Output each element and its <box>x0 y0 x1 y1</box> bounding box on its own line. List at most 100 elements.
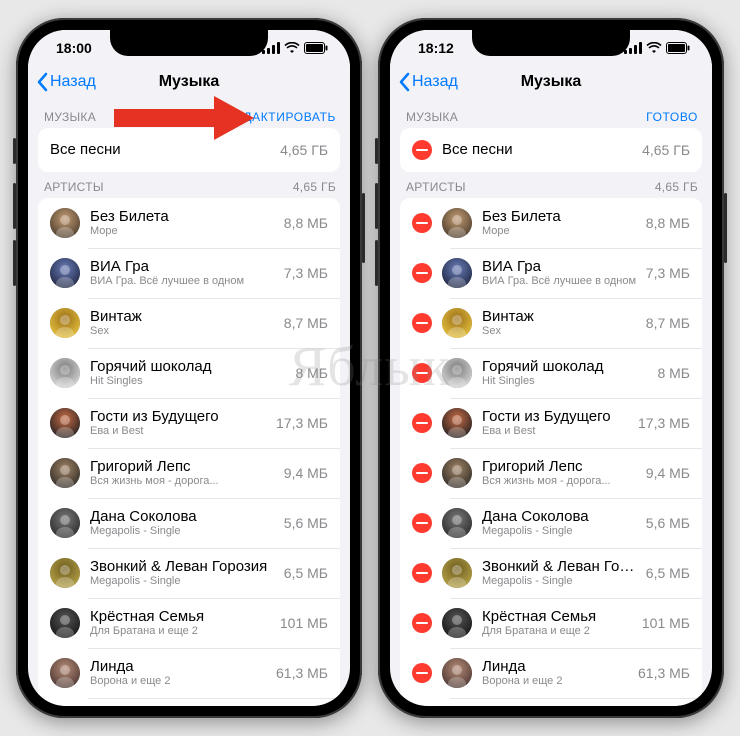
edit-button[interactable]: РЕДАКТИРОВАТЬ <box>226 110 336 124</box>
artist-row[interactable]: ВИА Гра ВИА Гра. Всё лучшее в одном 7,3 … <box>38 248 340 298</box>
section-size: 4,65 ГБ <box>293 180 336 194</box>
nav-header: Назад Музыка <box>28 66 350 102</box>
artist-avatar <box>442 308 472 338</box>
artist-name: Горячий шоколад <box>90 358 287 375</box>
artist-avatar <box>50 358 80 388</box>
artist-row[interactable]: Григорий Лепс Вся жизнь моя - дорога... … <box>400 448 702 498</box>
artist-row[interactable]: Лудакрис Альбомов: 1 8,8 МБ <box>38 698 340 706</box>
delete-icon[interactable] <box>412 463 432 483</box>
artist-size: 5,6 МБ <box>646 515 690 531</box>
all-songs-size: 4,65 ГБ <box>280 142 328 158</box>
artist-sub: Вся жизнь моя - дорога... <box>482 475 638 488</box>
section-header-artists: АРТИСТЫ 4,65 ГБ <box>390 172 712 198</box>
artist-avatar <box>442 258 472 288</box>
artist-row[interactable]: Звонкий & Леван Гороз... Megapolis - Sin… <box>400 548 702 598</box>
artist-avatar <box>50 508 80 538</box>
artist-row[interactable]: Крёстная Семья Для Братана и еще 2 101 М… <box>38 598 340 648</box>
status-time: 18:00 <box>56 40 92 56</box>
delete-icon[interactable] <box>412 363 432 383</box>
artist-sub: ВИА Гра. Всё лучшее в одном <box>90 275 276 288</box>
artist-name: Линда <box>90 658 268 675</box>
artist-size: 101 МБ <box>280 615 328 631</box>
artist-row[interactable]: Горячий шоколад Hit Singles 8 МБ <box>38 348 340 398</box>
delete-icon[interactable] <box>412 413 432 433</box>
back-label: Назад <box>50 73 96 91</box>
artist-avatar <box>50 458 80 488</box>
artist-name: ВИА Гра <box>90 258 276 275</box>
delete-icon[interactable] <box>412 563 432 583</box>
artist-name: Линда <box>482 658 630 675</box>
artist-row[interactable]: Винтаж Sex 8,7 МБ <box>38 298 340 348</box>
artist-name: Звонкий & Леван Гороз... <box>482 558 638 575</box>
section-size: 4,65 ГБ <box>655 180 698 194</box>
artist-avatar <box>442 208 472 238</box>
artist-row[interactable]: Звонкий & Леван Горозия Megapolis - Sing… <box>38 548 340 598</box>
artist-sub: ВИА Гра. Всё лучшее в одном <box>482 275 638 288</box>
delete-icon[interactable] <box>412 313 432 333</box>
artist-avatar <box>50 308 80 338</box>
chevron-left-icon <box>398 72 410 92</box>
artist-row[interactable]: Крёстная Семья Для Братана и еще 2 101 М… <box>400 598 702 648</box>
notch <box>110 30 268 56</box>
artist-avatar <box>50 408 80 438</box>
artist-sub: Megapolis - Single <box>482 575 638 588</box>
artist-row[interactable]: Дана Соколова Megapolis - Single 5,6 МБ <box>38 498 340 548</box>
artist-name: ВИА Гра <box>482 258 638 275</box>
artist-name: Григорий Лепс <box>482 458 638 475</box>
artist-sub: Море <box>482 225 638 238</box>
artist-name: Без Билета <box>90 208 276 225</box>
artist-size: 61,3 МБ <box>276 665 328 681</box>
wifi-icon <box>646 42 662 54</box>
back-label: Назад <box>412 73 458 91</box>
delete-icon[interactable] <box>412 140 432 160</box>
battery-icon <box>666 42 690 54</box>
nav-header: Назад Музыка <box>390 66 712 102</box>
delete-icon[interactable] <box>412 613 432 633</box>
all-songs-row[interactable]: Все песни 4,65 ГБ <box>400 128 702 172</box>
artist-row[interactable]: Григорий Лепс Вся жизнь моя - дорога... … <box>38 448 340 498</box>
artist-size: 8,7 МБ <box>284 315 328 331</box>
done-button[interactable]: ГОТОВО <box>646 110 698 124</box>
delete-icon[interactable] <box>412 513 432 533</box>
artist-row[interactable]: Линда Ворона и еще 2 61,3 МБ <box>38 648 340 698</box>
artist-row[interactable]: Без Билета Море 8,8 МБ <box>400 198 702 248</box>
artist-size: 6,5 МБ <box>646 565 690 581</box>
artist-row[interactable]: Дана Соколова Megapolis - Single 5,6 МБ <box>400 498 702 548</box>
wifi-icon <box>284 42 300 54</box>
section-label: АРТИСТЫ <box>44 180 104 194</box>
delete-icon[interactable] <box>412 263 432 283</box>
artist-sub: Ева и Best <box>482 425 630 438</box>
artist-avatar <box>442 558 472 588</box>
artist-size: 8,8 МБ <box>646 215 690 231</box>
artist-row[interactable]: ВИА Гра ВИА Гра. Всё лучшее в одном 7,3 … <box>400 248 702 298</box>
artist-row[interactable]: Гости из Будущего Ева и Best 17,3 МБ <box>38 398 340 448</box>
all-songs-title: Все песни <box>442 141 634 158</box>
artist-size: 101 МБ <box>642 615 690 631</box>
all-songs-size: 4,65 ГБ <box>642 142 690 158</box>
artist-row[interactable]: Гости из Будущего Ева и Best 17,3 МБ <box>400 398 702 448</box>
delete-icon[interactable] <box>412 213 432 233</box>
all-songs-row[interactable]: Все песни 4,65 ГБ <box>38 128 340 172</box>
chevron-left-icon <box>36 72 48 92</box>
artist-row[interactable]: Линда Ворона и еще 2 61,3 МБ <box>400 648 702 698</box>
artist-avatar <box>50 608 80 638</box>
artist-sub: Ева и Best <box>90 425 268 438</box>
artist-row[interactable]: Без Билета Море 8,8 МБ <box>38 198 340 248</box>
artist-sub: Море <box>90 225 276 238</box>
artist-row[interactable]: Горячий шоколад Hit Singles 8 МБ <box>400 348 702 398</box>
notch <box>472 30 630 56</box>
artist-name: Звонкий & Леван Горозия <box>90 558 276 575</box>
artist-row[interactable]: Винтаж Sex 8,7 МБ <box>400 298 702 348</box>
artist-avatar <box>50 208 80 238</box>
section-label: АРТИСТЫ <box>406 180 466 194</box>
section-label: МУЗЫКА <box>406 110 458 124</box>
artist-name: Дана Соколова <box>482 508 638 525</box>
artist-name: Крёстная Семья <box>482 608 634 625</box>
back-button[interactable]: Назад <box>36 72 96 92</box>
status-time: 18:12 <box>418 40 454 56</box>
artist-row[interactable]: Лудакрис Альбомов: 1 8,8 МБ <box>400 698 702 706</box>
back-button[interactable]: Назад <box>398 72 458 92</box>
delete-icon[interactable] <box>412 663 432 683</box>
artist-name: Гости из Будущего <box>90 408 268 425</box>
artist-size: 7,3 МБ <box>284 265 328 281</box>
